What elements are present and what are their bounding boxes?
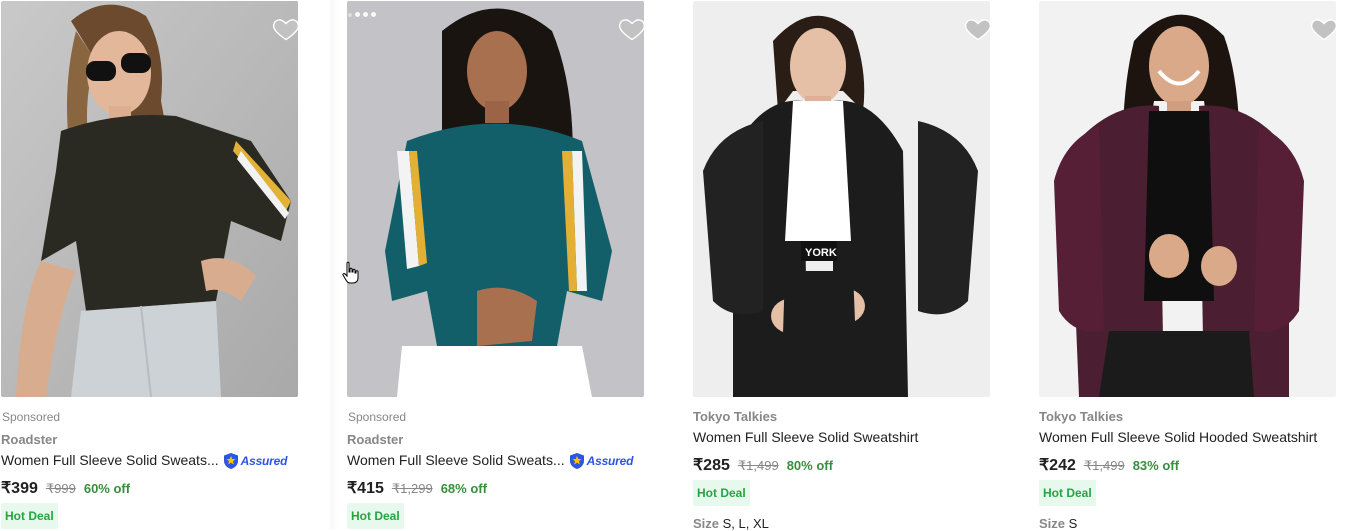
product-title-row[interactable]: Women Full Sleeve Solid Sweats... Assured [1, 452, 287, 470]
size-label: Size [1039, 516, 1066, 531]
shield-icon [569, 453, 584, 470]
price-row: ₹242 ₹1,499 83% off [1039, 455, 1179, 475]
brand-name: Tokyo Talkies [1039, 409, 1124, 424]
discount-percent: 68% off [440, 481, 487, 496]
selling-price: ₹399 [1, 480, 38, 497]
original-price: ₹1,299 [391, 481, 433, 496]
product-card[interactable]: YORK Tokyo Talkies Women Full Sleeve Sol… [692, 0, 1022, 531]
assured-text: Assured [586, 454, 634, 469]
brand-name: Roadster [347, 432, 404, 447]
carousel-dot[interactable] [363, 12, 368, 17]
price-row: ₹415 ₹1,299 68% off [347, 478, 487, 498]
product-title-row[interactable]: Women Full Sleeve Solid Sweats... Assured [347, 452, 633, 470]
assured-text: Assured [240, 454, 288, 469]
hot-deal-badge: Hot Deal [693, 480, 750, 506]
size-values: S [1068, 516, 1078, 531]
assured-badge: Assured [223, 452, 288, 470]
original-price: ₹1,499 [737, 458, 779, 473]
product-image[interactable]: YORK [693, 1, 990, 397]
original-price: ₹1,499 [1083, 458, 1125, 473]
brand-name: Roadster [1, 432, 58, 447]
hot-deal-badge: Hot Deal [1, 503, 58, 529]
carousel-dot[interactable] [355, 12, 360, 17]
heart-icon[interactable] [964, 15, 992, 43]
price-row: ₹399 ₹999 60% off [1, 478, 130, 498]
product-image[interactable] [1, 1, 298, 397]
product-card[interactable]: Sponsored Roadster Women Full Sleeve Sol… [0, 0, 330, 530]
brand-name: Tokyo Talkies [693, 409, 778, 424]
size-info: Size S [1039, 516, 1077, 531]
carousel-dot[interactable] [348, 13, 352, 17]
product-title[interactable]: Women Full Sleeve Solid Sweats... [347, 452, 565, 468]
size-values: S, L, XL [722, 516, 769, 531]
heart-icon[interactable] [272, 15, 300, 43]
product-card[interactable]: Sponsored Roadster Women Full Sleeve Sol… [330, 0, 676, 530]
selling-price: ₹415 [347, 480, 384, 497]
shield-icon [223, 453, 238, 470]
product-grid: Sponsored Roadster Women Full Sleeve Sol… [0, 0, 1355, 531]
price-row: ₹285 ₹1,499 80% off [693, 455, 833, 475]
discount-percent: 83% off [1132, 458, 1179, 473]
product-image[interactable] [1039, 1, 1336, 397]
heart-icon[interactable] [618, 15, 646, 43]
product-image[interactable] [347, 1, 644, 397]
hot-deal-badge: Hot Deal [347, 503, 404, 529]
size-label: Size [693, 516, 720, 531]
carousel-dots [348, 12, 376, 17]
selling-price: ₹285 [693, 457, 730, 474]
product-title[interactable]: Women Full Sleeve Solid Sweats... [1, 452, 219, 468]
sponsored-label: Sponsored [348, 410, 407, 424]
discount-percent: 80% off [786, 458, 833, 473]
product-title[interactable]: Women Full Sleeve Solid Sweatshirt [693, 429, 918, 445]
hot-deal-badge: Hot Deal [1039, 480, 1096, 506]
heart-icon[interactable] [1310, 15, 1338, 43]
assured-badge: Assured [569, 452, 634, 470]
selling-price: ₹242 [1039, 457, 1076, 474]
product-card[interactable]: Tokyo Talkies Women Full Sleeve Solid Ho… [1038, 0, 1355, 531]
product-title[interactable]: Women Full Sleeve Solid Hooded Sweatshir… [1039, 429, 1317, 445]
svg-text:YORK: YORK [805, 247, 837, 259]
sponsored-label: Sponsored [2, 410, 61, 424]
size-info: Size S, L, XL [693, 516, 769, 531]
original-price: ₹999 [45, 481, 76, 496]
carousel-dot[interactable] [371, 12, 376, 17]
discount-percent: 60% off [83, 481, 131, 496]
